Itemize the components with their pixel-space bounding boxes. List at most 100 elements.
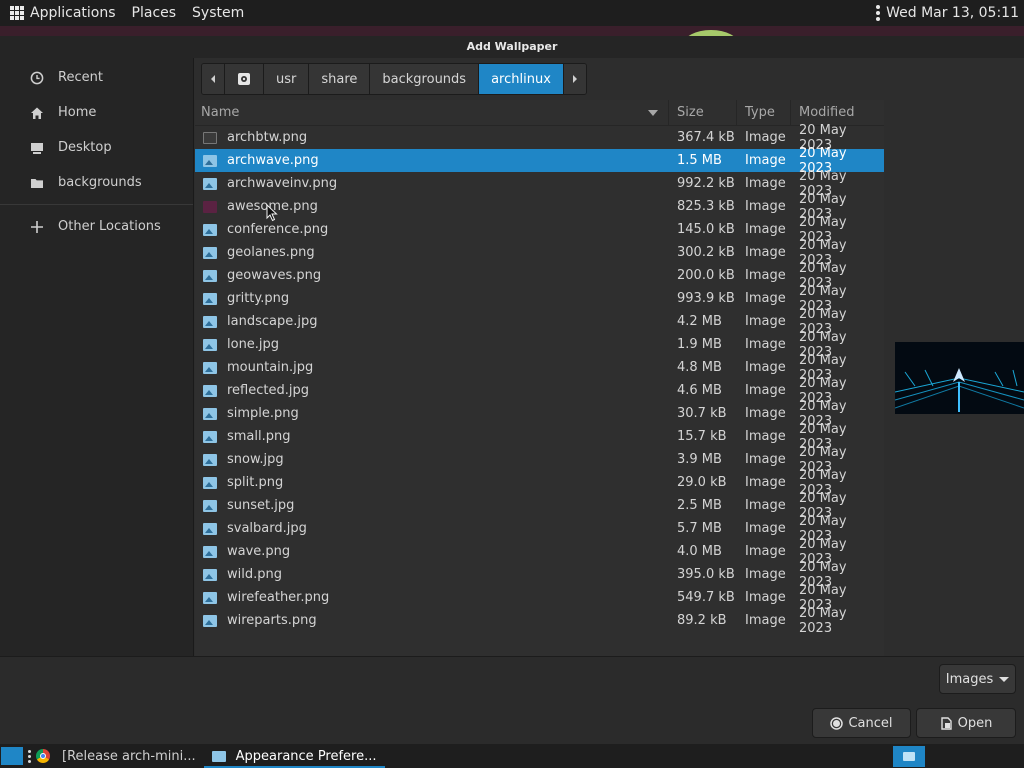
file-name-cell: wild.png bbox=[195, 567, 669, 582]
image-file-icon bbox=[203, 246, 217, 259]
tray-workspace-icon[interactable] bbox=[893, 746, 925, 767]
file-row[interactable]: simple.png 30.7 kB Image 20 May 2023 bbox=[195, 399, 884, 429]
preview-image bbox=[895, 342, 1024, 414]
column-header-name-label: Name bbox=[201, 104, 240, 120]
file-row[interactable]: small.png 15.7 kB Image 20 May 2023 bbox=[195, 422, 884, 452]
file-name-cell: svalbard.jpg bbox=[195, 521, 669, 536]
file-type: Image bbox=[745, 544, 786, 559]
image-file-icon bbox=[203, 338, 217, 351]
file-row[interactable]: landscape.jpg 4.2 MB Image 20 May 2023 bbox=[195, 307, 884, 337]
file-row[interactable]: wild.png 395.0 kB Image 20 May 2023 bbox=[195, 560, 884, 590]
file-name-cell: wirefeather.png bbox=[195, 590, 669, 605]
path-scroll-left-button[interactable] bbox=[202, 64, 225, 94]
apps-grid-icon[interactable] bbox=[10, 6, 24, 20]
file-row[interactable]: geowaves.png 200.0 kB Image 20 May 2023 bbox=[195, 261, 884, 291]
taskbar-task-appearance[interactable]: Appearance Prefere... bbox=[203, 744, 385, 768]
image-file-icon bbox=[203, 430, 217, 443]
open-button[interactable]: Open bbox=[916, 708, 1016, 738]
file-type: Image bbox=[745, 268, 786, 283]
path-archlinux-button[interactable]: archlinux bbox=[479, 64, 564, 94]
file-name-cell: split.png bbox=[195, 475, 669, 490]
sidebar-item-home[interactable]: Home bbox=[0, 95, 193, 130]
cancel-button[interactable]: Cancel bbox=[812, 708, 911, 738]
file-size: 2.5 MB bbox=[677, 498, 722, 513]
file-row[interactable]: sunset.jpg 2.5 MB Image 20 May 2023 bbox=[195, 491, 884, 521]
file-browser: usr share backgrounds archlinux Name Siz… bbox=[195, 58, 1024, 656]
column-header-name[interactable]: Name bbox=[195, 99, 669, 126]
sidebar-item-other-locations[interactable]: Other Locations bbox=[0, 209, 193, 244]
file-type: Image bbox=[745, 452, 786, 467]
file-name-cell: geowaves.png bbox=[195, 268, 669, 283]
file-size: 5.7 MB bbox=[677, 521, 722, 536]
drive-icon bbox=[238, 73, 250, 85]
file-type-filter-dropdown[interactable]: Images bbox=[939, 664, 1016, 694]
sidebar-item-desktop[interactable]: Desktop bbox=[0, 130, 193, 165]
file-type: Image bbox=[745, 429, 786, 444]
file-name: archwaveinv.png bbox=[227, 176, 338, 191]
file-row[interactable]: archbtw.png 367.4 kB Image 20 May 2023 bbox=[195, 123, 884, 153]
image-file-icon bbox=[203, 177, 217, 190]
image-file-icon bbox=[203, 476, 217, 489]
sidebar-item-label: Other Locations bbox=[58, 219, 161, 234]
file-type: Image bbox=[745, 291, 786, 306]
file-type: Image bbox=[745, 199, 786, 214]
file-size: 993.9 kB bbox=[677, 291, 735, 306]
clock[interactable]: Wed Mar 13, 05:11 bbox=[886, 5, 1024, 21]
file-row[interactable]: svalbard.jpg 5.7 MB Image 20 May 2023 bbox=[195, 514, 884, 544]
path-usr-button[interactable]: usr bbox=[264, 64, 310, 94]
add-wallpaper-dialog: Add Wallpaper Recent Home Desktop backgr bbox=[0, 36, 1024, 742]
file-name-cell: archbtw.png bbox=[195, 130, 669, 145]
file-size: 300.2 kB bbox=[677, 245, 735, 260]
file-row[interactable]: gritty.png 993.9 kB Image 20 May 2023 bbox=[195, 284, 884, 314]
column-header-size[interactable]: Size bbox=[669, 99, 737, 126]
file-row[interactable]: conference.png 145.0 kB Image 20 May 2023 bbox=[195, 215, 884, 245]
file-row[interactable]: wirefeather.png 549.7 kB Image 20 May 2023 bbox=[195, 583, 884, 613]
path-scroll-right-button[interactable] bbox=[563, 64, 586, 94]
file-row[interactable]: reflected.jpg 4.6 MB Image 20 May 2023 bbox=[195, 376, 884, 406]
path-share-button[interactable]: share bbox=[309, 64, 371, 94]
file-type: Image bbox=[745, 314, 786, 329]
column-header-type[interactable]: Type bbox=[737, 99, 791, 126]
file-size: 145.0 kB bbox=[677, 222, 735, 237]
file-size: 4.0 MB bbox=[677, 544, 722, 559]
home-icon bbox=[30, 106, 44, 120]
appearance-icon bbox=[211, 750, 226, 762]
file-name-cell: sunset.jpg bbox=[195, 498, 669, 513]
show-desktop-button[interactable] bbox=[1, 747, 23, 765]
image-file-icon bbox=[203, 292, 217, 305]
menu-places[interactable]: Places bbox=[124, 0, 185, 26]
menu-applications[interactable]: Applications bbox=[30, 0, 124, 26]
file-name: geolanes.png bbox=[227, 245, 315, 260]
file-row[interactable]: lone.jpg 1.9 MB Image 20 May 2023 bbox=[195, 330, 884, 360]
file-name: wave.png bbox=[227, 544, 291, 559]
taskbar-task-release[interactable]: [Release arch-mini... bbox=[54, 744, 204, 768]
sort-descending-icon bbox=[648, 109, 658, 116]
file-row[interactable]: split.png 29.0 kB Image 20 May 2023 bbox=[195, 468, 884, 498]
file-row[interactable]: awesome.png 825.3 kB Image 20 May 2023 bbox=[195, 192, 884, 222]
file-row[interactable]: archwave.png 1.5 MB Image 20 May 2023 bbox=[195, 146, 884, 176]
file-name-cell: snow.jpg bbox=[195, 452, 669, 467]
panel-menu-icon[interactable] bbox=[876, 5, 881, 21]
file-row[interactable]: snow.jpg 3.9 MB Image 20 May 2023 bbox=[195, 445, 884, 475]
file-row[interactable]: geolanes.png 300.2 kB Image 20 May 2023 bbox=[195, 238, 884, 268]
path-backgrounds-button[interactable]: backgrounds bbox=[370, 64, 480, 94]
file-size: 825.3 kB bbox=[677, 199, 735, 214]
file-row[interactable]: wave.png 4.0 MB Image 20 May 2023 bbox=[195, 537, 884, 567]
file-type: Image bbox=[745, 222, 786, 237]
image-file-icon bbox=[203, 499, 217, 512]
image-file-icon bbox=[203, 315, 217, 328]
file-size: 3.9 MB bbox=[677, 452, 722, 467]
sidebar-item-recent[interactable]: Recent bbox=[0, 60, 193, 95]
path-root-button[interactable] bbox=[225, 64, 264, 94]
file-type: Image bbox=[745, 245, 786, 260]
menu-system[interactable]: System bbox=[184, 0, 252, 26]
file-name-cell: geolanes.png bbox=[195, 245, 669, 260]
file-size: 4.6 MB bbox=[677, 383, 722, 398]
file-name: conference.png bbox=[227, 222, 329, 237]
file-type: Image bbox=[745, 406, 786, 421]
sidebar-item-backgrounds[interactable]: backgrounds bbox=[0, 165, 193, 200]
cancel-label: Cancel bbox=[848, 715, 893, 731]
file-row[interactable]: wireparts.png 89.2 kB Image 20 May 2023 bbox=[195, 606, 884, 636]
file-row[interactable]: mountain.jpg 4.8 MB Image 20 May 2023 bbox=[195, 353, 884, 383]
file-row[interactable]: archwaveinv.png 992.2 kB Image 20 May 2023 bbox=[195, 169, 884, 199]
